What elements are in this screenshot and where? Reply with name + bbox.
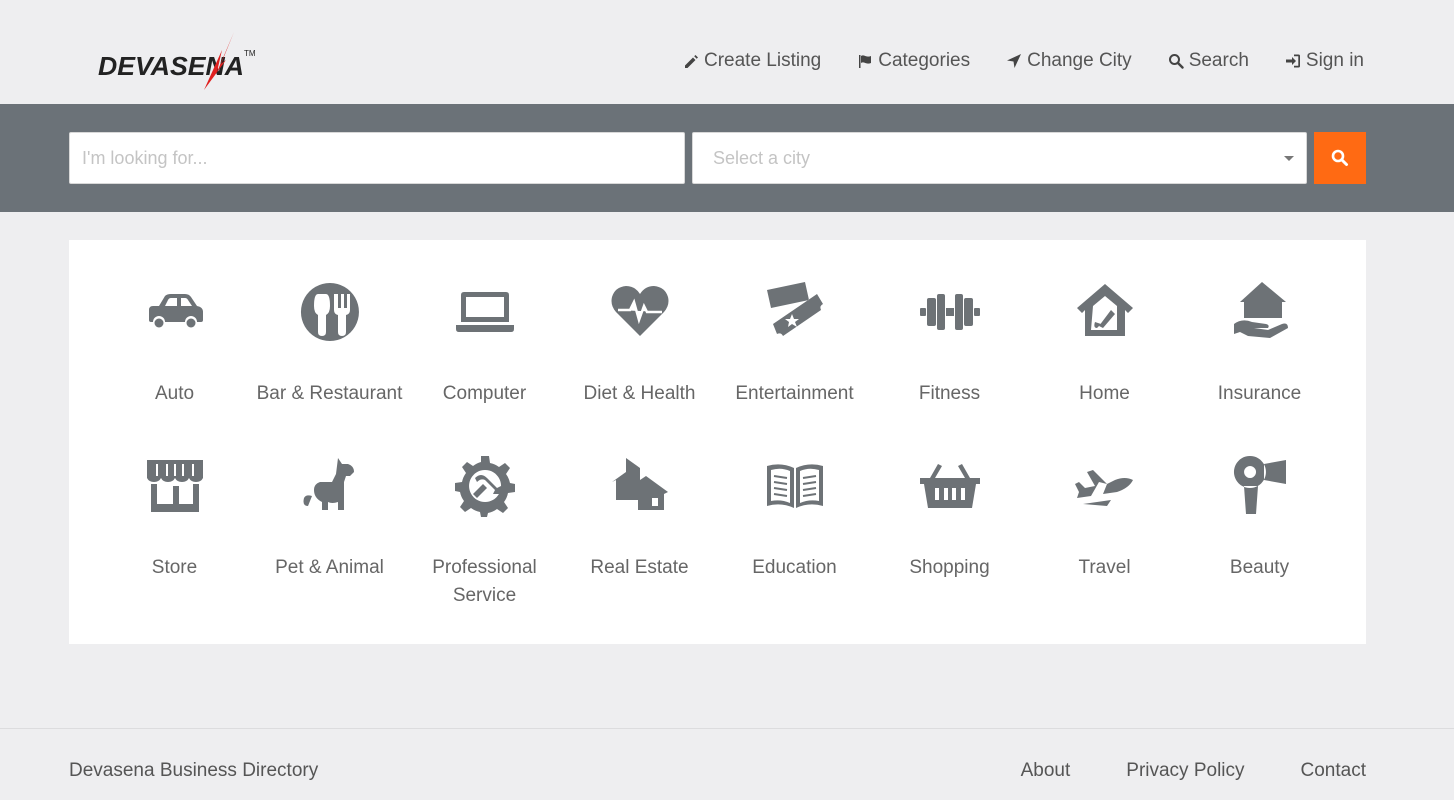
category-shopping[interactable]: Shopping (872, 454, 1027, 582)
category-entertainment[interactable]: Entertainment (717, 280, 872, 408)
category-label: Pet & Animal (275, 557, 384, 578)
nav-create-listing[interactable]: Create Listing (683, 50, 821, 72)
category-professional-service[interactable]: Professional Service (407, 454, 562, 610)
nav-sign-in[interactable]: Sign in (1285, 50, 1364, 72)
location-arrow-icon (1007, 54, 1022, 68)
gear-wrench-icon (453, 454, 517, 518)
category-label: Auto (154, 383, 195, 404)
nav-change-city-label: Change City (1027, 50, 1132, 71)
house-brush-icon (1073, 280, 1137, 344)
svg-text:TM: TM (244, 49, 256, 58)
site-header: DEVASENA TM Create Listing Categories Ch… (0, 0, 1454, 104)
category-label: Store (151, 557, 198, 578)
city-select[interactable]: Select a city (692, 132, 1307, 184)
category-insurance[interactable]: Insurance (1182, 280, 1337, 408)
category-label: Professional Service (432, 557, 537, 606)
hand-house-icon (1228, 280, 1292, 344)
category-beauty[interactable]: Beauty (1182, 454, 1337, 582)
heartbeat-icon (608, 280, 672, 344)
dumbbell-icon (918, 280, 982, 344)
nav-search[interactable]: Search (1168, 50, 1249, 72)
category-computer[interactable]: Computer (407, 280, 562, 408)
category-label: Education (752, 557, 837, 578)
category-label: Real Estate (590, 557, 689, 578)
category-label: Computer (442, 383, 527, 404)
category-label: Home (1079, 383, 1130, 404)
nav-categories[interactable]: Categories (857, 50, 970, 72)
category-auto[interactable]: Auto (97, 280, 252, 408)
pencil-icon (685, 55, 698, 68)
category-bar-restaurant[interactable]: Bar & Restaurant (252, 280, 407, 408)
category-store[interactable]: Store (97, 454, 252, 582)
main-nav: Create Listing Categories Change City Se… (683, 50, 1364, 72)
sign-in-icon (1285, 54, 1300, 68)
category-label: Beauty (1229, 557, 1290, 578)
category-label: Fitness (918, 383, 981, 404)
footer-links: About Privacy Policy Contact (1021, 760, 1366, 782)
utensils-icon (298, 280, 362, 344)
plane-icon (1073, 454, 1137, 518)
footer-link-about[interactable]: About (1021, 760, 1071, 782)
footer-link-privacy[interactable]: Privacy Policy (1126, 760, 1244, 782)
category-fitness[interactable]: Fitness (872, 280, 1027, 408)
category-label: Bar & Restaurant (256, 383, 403, 404)
ticket-icon (763, 280, 827, 344)
category-diet-health[interactable]: Diet & Health (562, 280, 717, 408)
category-label: Entertainment (735, 383, 854, 404)
category-label: Shopping (909, 557, 990, 578)
search-icon (1331, 149, 1348, 166)
category-education[interactable]: Education (717, 454, 872, 582)
book-icon (763, 454, 827, 518)
houses-icon (608, 454, 672, 518)
categories-panel: Auto Bar & Restaurant Computer Diet & He… (69, 240, 1366, 644)
category-travel[interactable]: Travel (1027, 454, 1182, 582)
search-input[interactable] (69, 132, 685, 184)
footer-link-contact[interactable]: Contact (1301, 760, 1366, 782)
category-label: Travel (1078, 557, 1131, 578)
search-icon (1168, 54, 1184, 69)
footer-title: Devasena Business Directory (69, 760, 319, 781)
category-home[interactable]: Home (1027, 280, 1182, 408)
category-label: Insurance (1217, 383, 1302, 404)
chevron-down-icon (1284, 155, 1294, 161)
flag-icon (859, 55, 872, 68)
category-label: Diet & Health (583, 383, 696, 404)
store-icon (143, 454, 207, 518)
nav-change-city[interactable]: Change City (1006, 50, 1132, 72)
laptop-icon (453, 280, 517, 344)
devasena-logo[interactable]: DEVASENA TM (96, 20, 261, 95)
basket-icon (918, 454, 982, 518)
dog-icon (298, 454, 362, 518)
hair-dryer-icon (1228, 454, 1292, 518)
nav-sign-in-label: Sign in (1305, 50, 1364, 71)
category-pet-animal[interactable]: Pet & Animal (252, 454, 407, 582)
footer-divider (0, 728, 1454, 729)
nav-categories-label: Categories (878, 50, 971, 71)
car-icon (143, 280, 207, 344)
city-select-placeholder: Select a city (713, 147, 811, 168)
category-real-estate[interactable]: Real Estate (562, 454, 717, 582)
svg-text:DEVASENA: DEVASENA (98, 51, 244, 81)
search-button[interactable] (1314, 132, 1366, 184)
nav-create-listing-label: Create Listing (704, 50, 822, 71)
nav-search-label: Search (1188, 50, 1249, 71)
